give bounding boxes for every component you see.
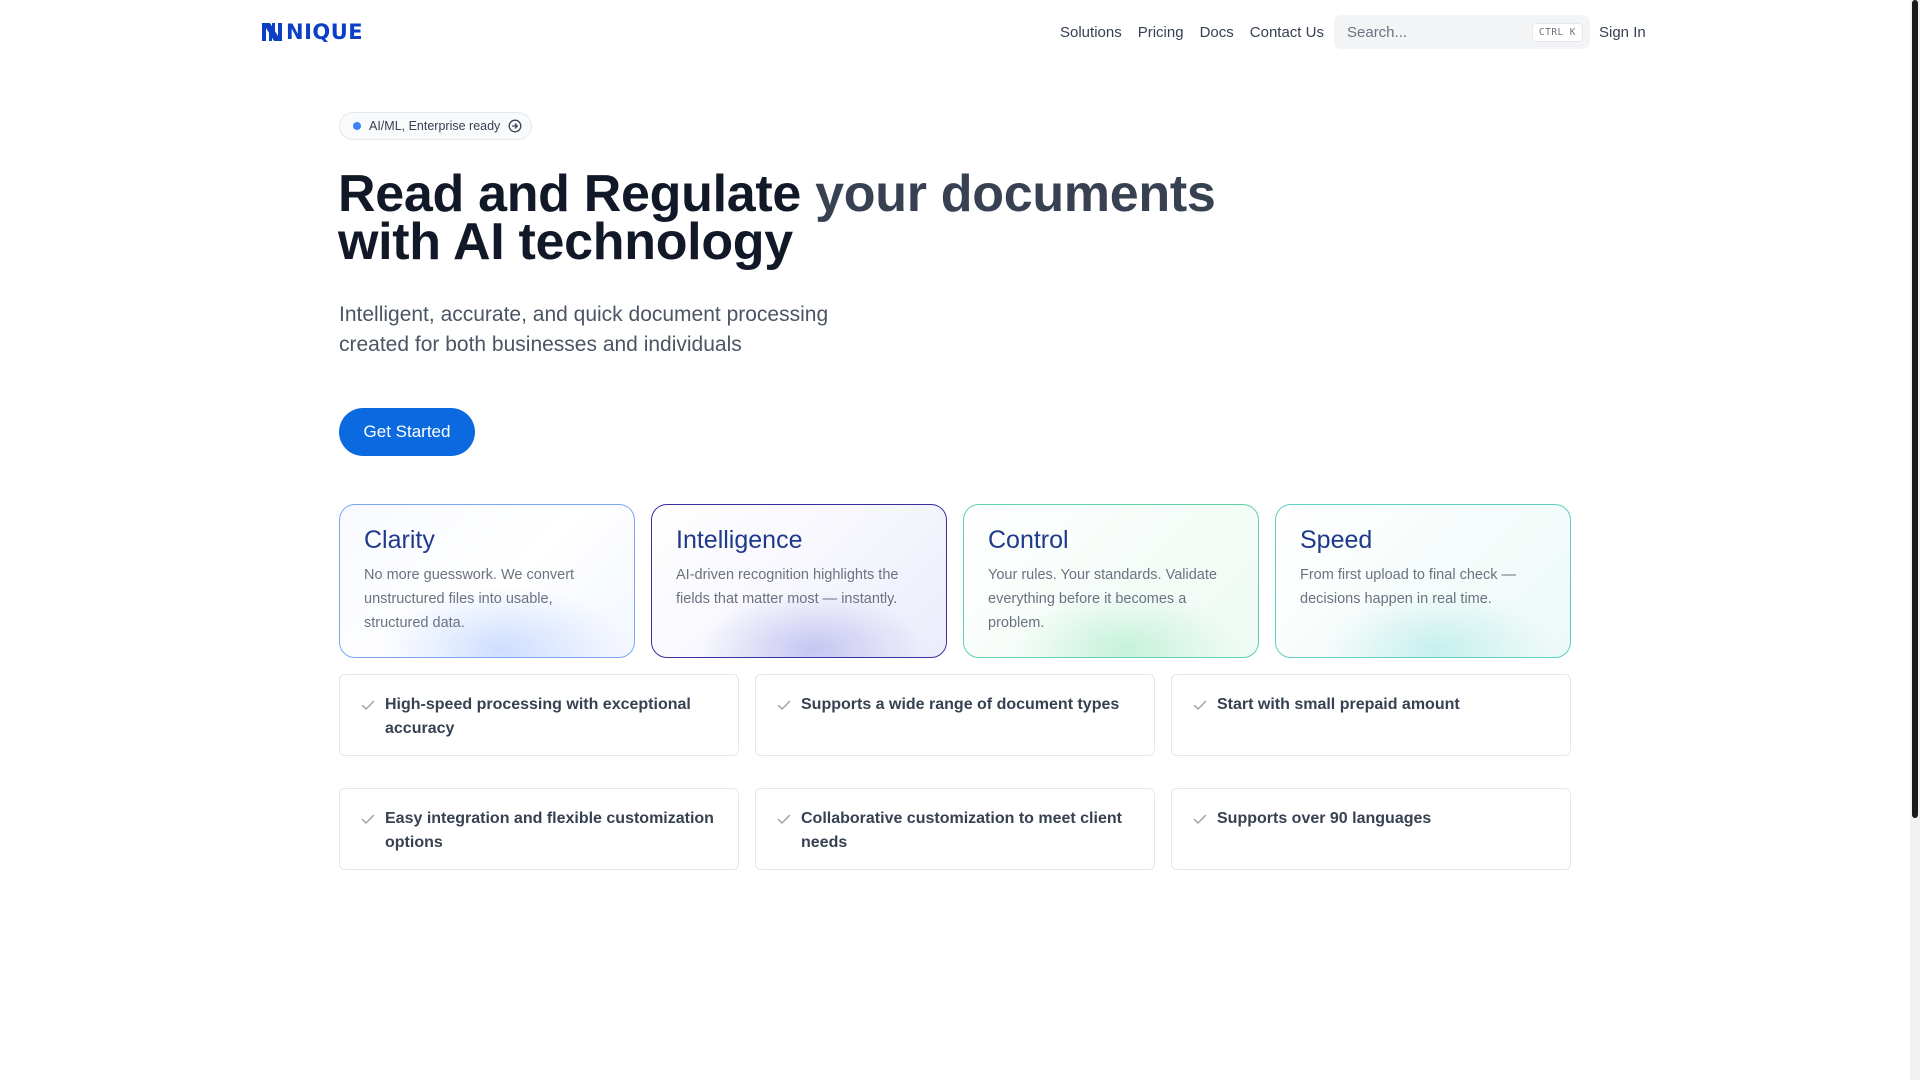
site-header: NIQUE Solutions Pricing Docs Contact Us … [0,0,1920,66]
check-icon [777,700,791,710]
check-icon [1193,814,1207,824]
feature-text: Supports over 90 languages [1217,810,1432,827]
logo-mark-icon [262,23,282,41]
brand-name: NIQUE [286,20,364,44]
feature-text: Supports a wide range of document types [801,696,1120,713]
feature-text: Easy integration and flexible customizat… [385,810,714,851]
feature-card-control: Control Your rules. Your standards. Vali… [963,504,1259,658]
card-text: AI-driven recognition highlights the fie… [676,567,899,607]
brand-logo[interactable]: NIQUE [261,20,363,44]
feature-item: High-speed processing with exceptional a… [339,674,739,756]
badge-label: AI/ML, Enterprise ready [369,119,501,133]
shortcut-key-ctrl: CTRL [1538,26,1564,38]
nav-docs[interactable]: Docs [1200,22,1234,44]
card-text: Your rules. Your standards. Validate eve… [988,567,1217,631]
card-title: Intelligence [676,526,803,554]
feature-card-clarity: Clarity No more guesswork. We convert un… [339,504,635,658]
nav-pricing[interactable]: Pricing [1138,22,1184,44]
feature-item: Collaborative customization to meet clie… [755,788,1155,870]
feature-item: Supports over 90 languages [1171,788,1571,870]
search-input[interactable] [1347,23,1532,41]
feature-item: Easy integration and flexible customizat… [339,788,739,870]
nav-contact-us[interactable]: Contact Us [1250,22,1324,44]
search-box[interactable]: CTRL K [1334,15,1590,49]
card-text: No more guesswork. We convert unstructur… [364,567,575,631]
status-dot-icon [353,122,361,130]
nav-solutions[interactable]: Solutions [1060,22,1122,44]
card-title: Speed [1300,526,1373,554]
check-icon [361,814,375,824]
check-icon [777,814,791,824]
feature-item: Start with small prepaid amount [1171,674,1571,756]
search-shortcut-hint: CTRL K [1531,22,1583,42]
feature-text: Start with small prepaid amount [1217,696,1460,713]
arrow-circle-right-icon [508,119,522,133]
card-text: From first upload to final check — decis… [1300,567,1516,607]
feature-text: Collaborative customization to meet clie… [801,810,1122,851]
check-icon [361,700,375,710]
get-started-button[interactable]: Get Started [339,408,475,456]
shortcut-key-k: K [1569,26,1576,38]
headline-part-2: your documents [815,165,1216,223]
card-title: Control [988,526,1069,554]
hero-subtitle: Intelligent, accurate, and quick documen… [339,303,829,356]
main-nav: Solutions Pricing Docs Contact Us [1060,22,1340,44]
hero-headline: Read and Regulate your documents with AI… [338,168,1238,268]
card-title: Clarity [364,526,435,554]
announcement-badge[interactable]: AI/ML, Enterprise ready [339,112,533,140]
feature-card-intelligence: Intelligence AI-driven recognition highl… [651,504,947,658]
feature-text: High-speed processing with exceptional a… [385,696,691,737]
feature-item: Supports a wide range of document types [755,674,1155,756]
check-icon [1193,700,1207,710]
feature-card-speed: Speed From first upload to final check —… [1275,504,1571,658]
page-scrollbar[interactable] [1910,0,1920,1080]
scrollbar-thumb[interactable] [1912,0,1918,818]
sign-in-link[interactable]: Sign In [1599,22,1646,44]
headline-part-3: with AI technology [338,213,793,271]
